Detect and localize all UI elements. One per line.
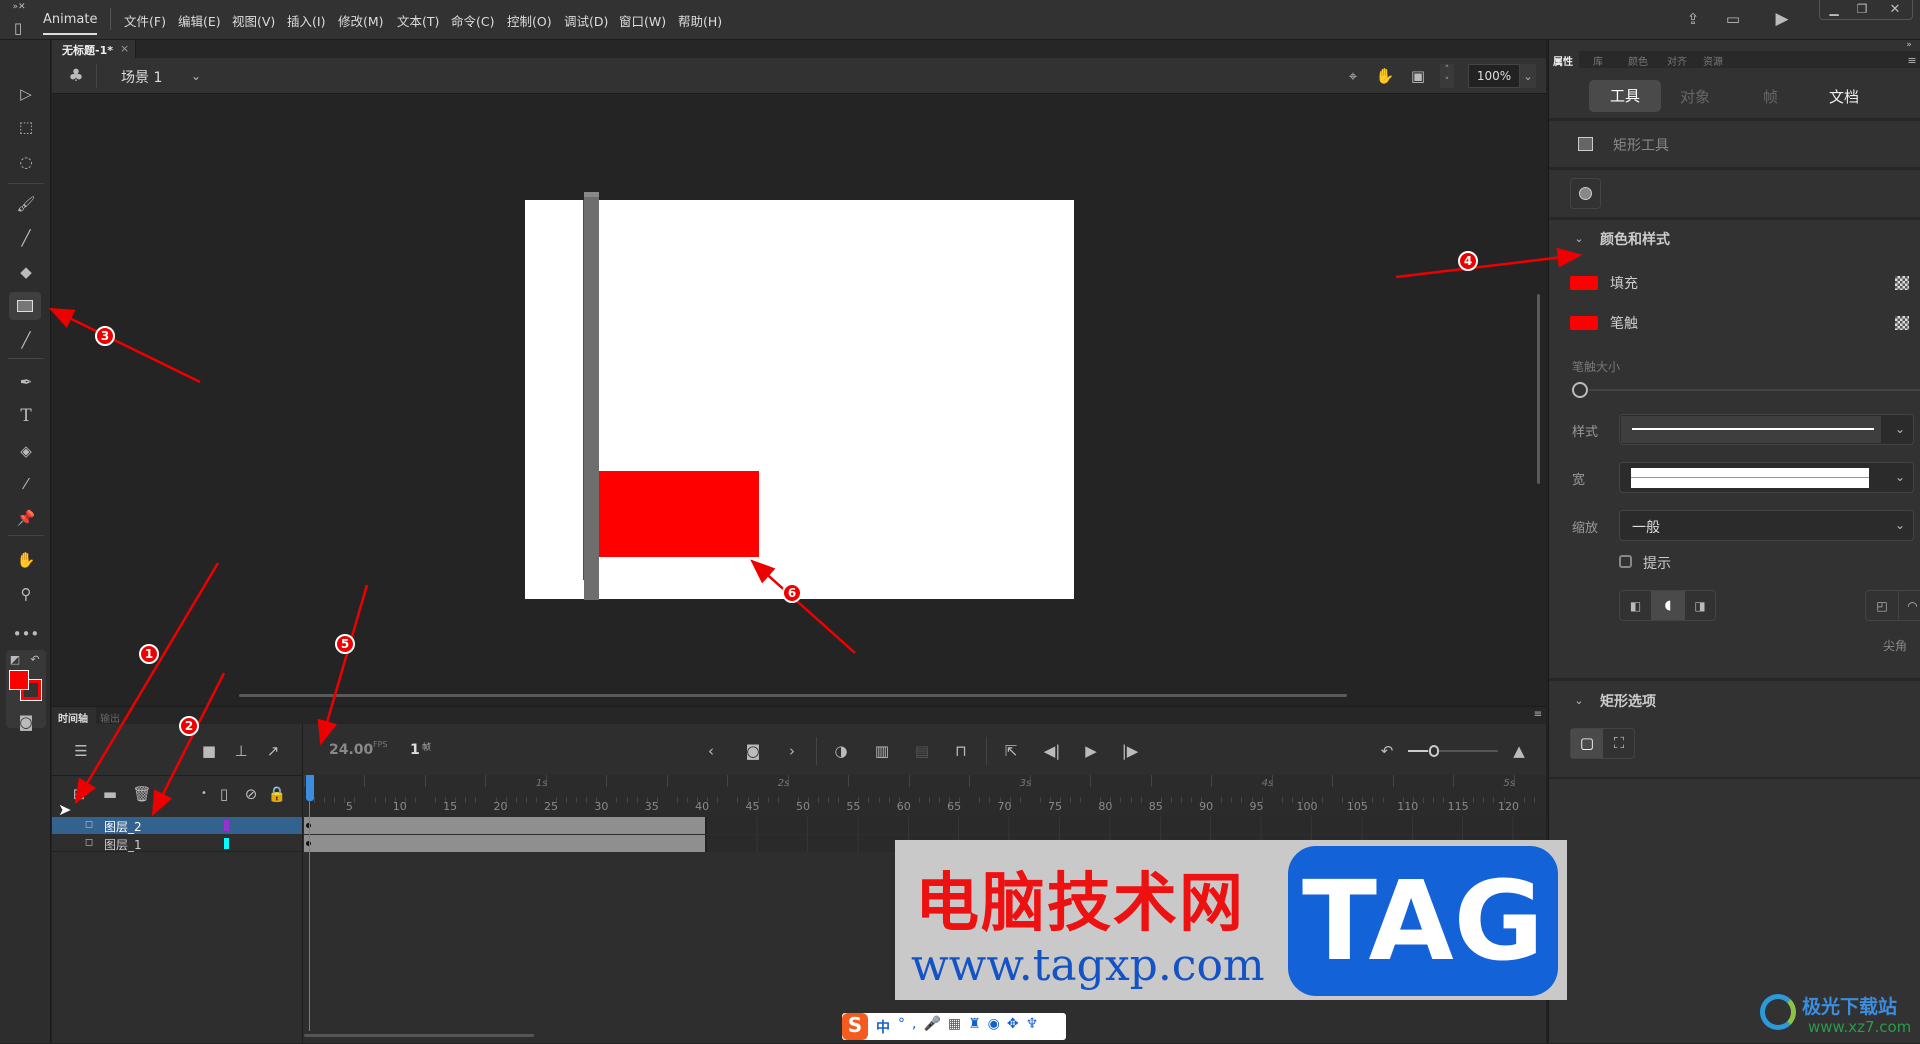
annotation-badge-2: 2 xyxy=(179,716,199,736)
mouse-cursor-icon: ➤ xyxy=(58,800,72,819)
annotation-arrows xyxy=(48,247,1583,817)
annotation-arrow-2 xyxy=(151,672,226,817)
annotation-arrow-6 xyxy=(750,559,856,654)
annotation-arrow-1 xyxy=(74,562,220,805)
annotation-badge-5: 5 xyxy=(335,634,355,654)
annotation-badge-3: 3 xyxy=(95,326,115,346)
annotation-badge-4: 4 xyxy=(1458,251,1478,271)
annotation-badge-1: 1 xyxy=(139,644,159,664)
annotation-arrow-3 xyxy=(48,307,201,384)
annotation-arrow-4 xyxy=(1395,247,1583,279)
annotation-arrow-5 xyxy=(317,584,369,746)
annotation-badge-6: 6 xyxy=(782,583,802,603)
